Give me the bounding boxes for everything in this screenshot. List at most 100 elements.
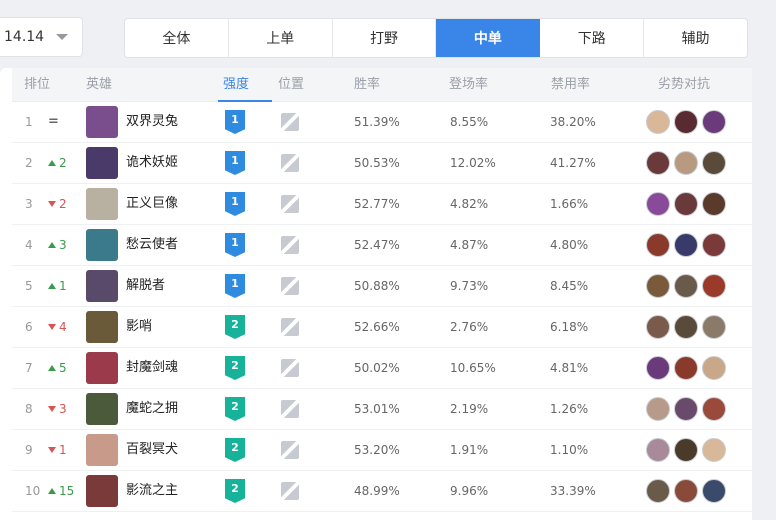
hero-portrait[interactable] — [86, 434, 118, 466]
table-header: 排位 英雄 强度 位置 胜率 登场率 禁用率 劣势对抗 — [12, 68, 752, 102]
banrate-value: 4.80% — [550, 238, 589, 252]
col-position[interactable]: 位置 — [278, 68, 304, 102]
mid-lane-icon — [281, 154, 299, 172]
tab-lane-5[interactable]: 辅助 — [644, 19, 747, 57]
hero-name[interactable]: 封魔剑魂 — [126, 348, 178, 388]
counter-hero-icon[interactable] — [674, 356, 698, 380]
banrate-value: 1.26% — [550, 402, 589, 416]
counter-hero-icon[interactable] — [646, 479, 670, 503]
table-row[interactable]: 10 15 影流之主 2 48.99% 9.96% 33.39% — [12, 471, 752, 512]
hero-name[interactable]: 影哨 — [126, 307, 152, 347]
hero-portrait[interactable] — [86, 188, 118, 220]
counter-hero-icon[interactable] — [674, 315, 698, 339]
arrow-up-icon — [48, 160, 56, 166]
banrate-value: 6.18% — [550, 320, 589, 334]
rank-number: 8 — [25, 402, 33, 416]
tab-lane-0[interactable]: 全体 — [125, 19, 229, 57]
hero-name[interactable]: 百裂冥犬 — [126, 430, 178, 470]
rank-change: 4 — [48, 307, 67, 347]
counter-hero-icon[interactable] — [674, 274, 698, 298]
tab-lane-1[interactable]: 上单 — [229, 19, 333, 57]
arrow-down-icon — [48, 201, 56, 207]
tier-badge: 2 — [225, 438, 245, 462]
counter-hero-icon[interactable] — [646, 274, 670, 298]
table-row[interactable]: 4 3 愁云使者 1 52.47% 4.87% 4.80% — [12, 225, 752, 266]
counter-hero-icon[interactable] — [646, 233, 670, 257]
counter-hero-icon[interactable] — [702, 397, 726, 421]
counter-hero-icon[interactable] — [646, 397, 670, 421]
hero-portrait[interactable] — [86, 106, 118, 138]
winrate-value: 53.01% — [354, 402, 400, 416]
tab-lane-3[interactable]: 中单 — [436, 19, 541, 57]
col-rank[interactable]: 排位 — [24, 68, 50, 102]
table-row[interactable]: 9 1 百裂冥犬 2 53.20% 1.91% 1.10% — [12, 430, 752, 471]
mid-lane-icon — [281, 113, 299, 131]
pickrate-value: 4.82% — [450, 197, 489, 211]
counter-hero-icon[interactable] — [646, 192, 670, 216]
counter-hero-icon[interactable] — [702, 274, 726, 298]
table-row[interactable]: 6 4 影哨 2 52.66% 2.76% 6.18% — [12, 307, 752, 348]
col-hero[interactable]: 英雄 — [86, 68, 112, 102]
counter-hero-icon[interactable] — [702, 438, 726, 462]
counter-hero-icon[interactable] — [646, 315, 670, 339]
rank-change: 3 — [48, 389, 67, 429]
table-row[interactable]: 1 = 双界灵兔 1 51.39% 8.55% 38.20% — [12, 102, 752, 143]
col-tier[interactable]: 强度 — [223, 68, 249, 102]
winrate-value: 48.99% — [354, 484, 400, 498]
counter-hero-icon[interactable] — [674, 233, 698, 257]
rank-number: 2 — [25, 156, 33, 170]
hero-portrait[interactable] — [86, 229, 118, 261]
rank-number: 10 — [25, 484, 41, 498]
counter-hero-icon[interactable] — [646, 110, 670, 134]
pickrate-value: 9.73% — [450, 279, 489, 293]
col-banrate[interactable]: 禁用率 — [551, 68, 590, 102]
tab-lane-2[interactable]: 打野 — [333, 19, 437, 57]
version-select[interactable]: 14.14 — [0, 17, 83, 57]
rank-change-value: 5 — [59, 361, 67, 375]
arrow-down-icon — [48, 324, 56, 330]
table-row[interactable]: 2 2 诡术妖姬 1 50.53% 12.02% 41.27% — [12, 143, 752, 184]
hero-portrait[interactable] — [86, 147, 118, 179]
hero-name[interactable]: 解脱者 — [126, 266, 165, 306]
counter-hero-icon[interactable] — [674, 110, 698, 134]
hero-name[interactable]: 愁云使者 — [126, 225, 178, 265]
counter-hero-icon[interactable] — [702, 151, 726, 175]
counter-hero-icon[interactable] — [646, 356, 670, 380]
counter-hero-icon[interactable] — [674, 479, 698, 503]
rank-number: 3 — [25, 197, 33, 211]
counter-hero-icon[interactable] — [702, 315, 726, 339]
counter-hero-icon[interactable] — [702, 233, 726, 257]
hero-name[interactable]: 双界灵兔 — [126, 102, 178, 142]
banrate-value: 38.20% — [550, 115, 596, 129]
tab-lane-4[interactable]: 下路 — [540, 19, 645, 57]
hero-portrait[interactable] — [86, 270, 118, 302]
hero-portrait[interactable] — [86, 352, 118, 384]
table-row[interactable]: 3 2 正义巨像 1 52.77% 4.82% 1.66% — [12, 184, 752, 225]
table-row[interactable]: 8 3 魔蛇之拥 2 53.01% 2.19% 1.26% — [12, 389, 752, 430]
counter-hero-icon[interactable] — [702, 356, 726, 380]
counter-hero-icon[interactable] — [646, 151, 670, 175]
hero-name[interactable]: 正义巨像 — [126, 184, 178, 224]
counter-hero-icon[interactable] — [674, 397, 698, 421]
col-pickrate[interactable]: 登场率 — [449, 68, 488, 102]
hero-name[interactable]: 诡术妖姬 — [126, 143, 178, 183]
counter-hero-icon[interactable] — [702, 192, 726, 216]
counter-hero-icon[interactable] — [674, 151, 698, 175]
counter-hero-icon[interactable] — [674, 192, 698, 216]
hero-name[interactable]: 影流之主 — [126, 471, 178, 511]
counter-hero-icon[interactable] — [702, 110, 726, 134]
hero-portrait[interactable] — [86, 475, 118, 507]
counter-hero-icon[interactable] — [702, 479, 726, 503]
col-counters: 劣势对抗 — [658, 77, 711, 92]
rank-change: = — [48, 102, 59, 142]
hero-portrait[interactable] — [86, 393, 118, 425]
counter-hero-icon[interactable] — [674, 438, 698, 462]
hero-portrait[interactable] — [86, 311, 118, 343]
counter-hero-icon[interactable] — [646, 438, 670, 462]
col-winrate[interactable]: 胜率 — [354, 68, 380, 102]
rank-change-value: 15 — [59, 484, 75, 498]
table-row[interactable]: 7 5 封魔剑魂 2 50.02% 10.65% 4.81% — [12, 348, 752, 389]
table-row[interactable]: 5 1 解脱者 1 50.88% 9.73% 8.45% — [12, 266, 752, 307]
banrate-value: 41.27% — [550, 156, 596, 170]
hero-name[interactable]: 魔蛇之拥 — [126, 389, 178, 429]
